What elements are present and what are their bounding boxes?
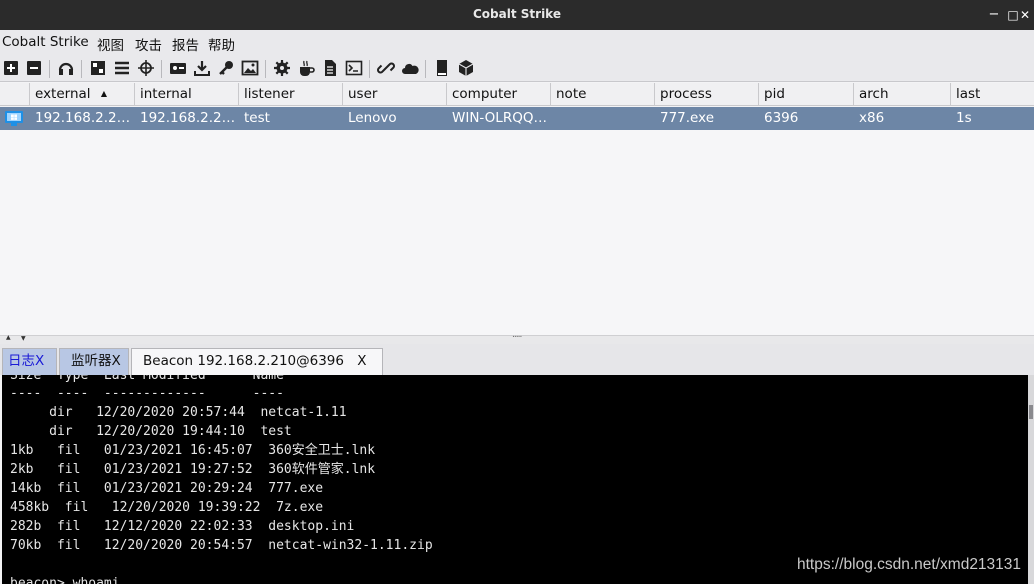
menu-cobalt-strike[interactable]: Cobalt Strike — [2, 34, 89, 50]
cell-listener: test — [244, 110, 270, 126]
console-line: 14kb fil 01/23/2021 20:29:24 777.exe — [10, 481, 324, 496]
toolbar — [0, 55, 1034, 82]
downloaded-files-icon[interactable] — [193, 59, 211, 77]
menu-report[interactable]: 报告 — [172, 34, 199, 54]
sort-ascending-icon: ▲ — [100, 89, 108, 98]
column-header-computer[interactable]: computer — [447, 83, 551, 105]
console-line: dir 12/20/2020 19:44:10 test — [10, 424, 292, 439]
listeners-icon[interactable] — [57, 59, 75, 77]
toolbar-separator — [425, 60, 426, 78]
disconnect-icon[interactable] — [25, 59, 43, 77]
console-line: ---- ---- ------------- ---- — [10, 386, 284, 401]
splitter-grip[interactable]: ..... — [512, 330, 522, 340]
table-row[interactable]: 192.168.2.2… 192.168.2.2… test Lenovo WI… — [0, 107, 1034, 130]
screenshots-icon[interactable] — [241, 59, 259, 77]
credentials-icon[interactable] — [169, 59, 187, 77]
manage-web-server-icon[interactable] — [377, 59, 395, 77]
cell-pid: 6396 — [764, 110, 799, 126]
tab-event-log[interactable]: 日志X — [2, 348, 57, 375]
cell-note — [551, 107, 655, 130]
toolbar-separator — [161, 60, 162, 78]
menu-attack[interactable]: 攻击 — [135, 34, 162, 54]
pivot-graph-icon[interactable] — [89, 59, 107, 77]
cell-arch: x86 — [859, 110, 885, 126]
host-file-icon[interactable] — [401, 59, 419, 77]
session-table-empty-area — [0, 130, 1034, 335]
new-connection-icon[interactable] — [2, 59, 20, 77]
column-header-label: external — [35, 86, 91, 102]
console-line: beacon> whoami — [10, 576, 120, 584]
tab-label: 日志 — [8, 353, 35, 369]
keystrokes-icon[interactable] — [217, 59, 235, 77]
target-table-icon[interactable] — [137, 59, 155, 77]
console-line: 1kb fil 01/23/2021 16:45:07 360安全卫士.lnk — [10, 443, 376, 458]
console-line: dir 12/20/2020 20:57:44 netcat-1.11 — [10, 405, 347, 420]
column-header-last[interactable]: last — [951, 83, 1034, 105]
collapse-up-icon[interactable]: ▲ — [6, 334, 11, 341]
column-header-user[interactable]: user — [343, 83, 447, 105]
session-table-header: external ▲ internal listener user comput… — [0, 83, 1034, 106]
tab-close-icon[interactable]: X — [112, 353, 121, 369]
column-header-process[interactable]: process — [655, 83, 759, 105]
toolbar-separator — [81, 60, 82, 78]
cell-user: Lenovo — [348, 110, 397, 126]
cell-last: 1s — [956, 110, 972, 126]
menu-view[interactable]: 视图 — [97, 34, 124, 54]
payload-generator-icon[interactable] — [273, 59, 291, 77]
tab-beacon[interactable]: Beacon 192.168.2.210@6396 X — [131, 348, 383, 375]
column-header-pid[interactable]: pid — [759, 83, 854, 105]
windows-beacon-icon — [5, 111, 23, 126]
column-header-note[interactable]: note — [551, 83, 655, 105]
toolbar-separator — [369, 60, 370, 78]
cell-process: 777.exe — [660, 110, 715, 126]
window-title: Cobalt Strike — [473, 7, 561, 21]
menu-help[interactable]: 帮助 — [208, 34, 235, 54]
tab-strip: 日志X 监听器X Beacon 192.168.2.210@6396 X — [0, 344, 1034, 375]
beacon-console[interactable]: Size Type Last Modified Name ---- ---- -… — [2, 375, 1028, 584]
cell-computer: WIN-OLRQQ… — [452, 110, 547, 126]
session-table-icon[interactable] — [113, 59, 131, 77]
console-line: 2kb fil 01/23/2021 19:27:52 360软件管家.lnk — [10, 462, 376, 477]
toolbar-separator — [265, 60, 266, 78]
tab-close-icon[interactable]: X — [35, 353, 44, 369]
column-header-listener[interactable]: listener — [239, 83, 343, 105]
column-header-internal[interactable]: internal — [135, 83, 239, 105]
column-header-icon[interactable] — [0, 83, 30, 105]
cell-internal: 192.168.2.2… — [140, 110, 236, 126]
window-titlebar: Cobalt Strike − □ ✕ — [0, 0, 1034, 30]
watermark: https://blog.csdn.net/xmd213131 — [797, 556, 1022, 573]
tab-listeners[interactable]: 监听器X — [59, 348, 129, 375]
web-delivery-icon[interactable] — [345, 59, 363, 77]
collapse-down-icon[interactable]: ▼ — [21, 335, 26, 342]
column-header-arch[interactable]: arch — [854, 83, 951, 105]
close-button[interactable]: ✕ — [1017, 6, 1033, 24]
tab-label: Beacon 192.168.2.210@6396 — [143, 353, 344, 369]
cell-external: 192.168.2.2… — [35, 110, 131, 126]
minimize-button[interactable]: − — [986, 6, 1002, 24]
console-line: 70kb fil 12/20/2020 20:54:57 netcat-win3… — [10, 538, 433, 553]
console-line: 282b fil 12/12/2020 22:02:33 desktop.ini — [10, 519, 355, 534]
menu-bar: Cobalt Strike 视图 攻击 报告 帮助 — [0, 30, 1034, 55]
about-icon[interactable] — [457, 59, 475, 77]
ms-office-macro-icon[interactable] — [321, 59, 339, 77]
help-docs-icon[interactable] — [433, 59, 451, 77]
toolbar-separator — [49, 60, 50, 78]
console-scrollbar-thumb[interactable] — [1029, 405, 1033, 419]
column-header-external[interactable]: external ▲ — [30, 83, 135, 105]
tab-close-icon[interactable]: X — [357, 353, 366, 369]
tab-label: 监听器 — [71, 353, 112, 369]
java-applet-icon[interactable] — [297, 59, 315, 77]
pane-splitter[interactable]: ▲ ▼ ..... — [0, 330, 1034, 344]
console-line: 458kb fil 12/20/2020 19:39:22 7z.exe — [10, 500, 324, 515]
